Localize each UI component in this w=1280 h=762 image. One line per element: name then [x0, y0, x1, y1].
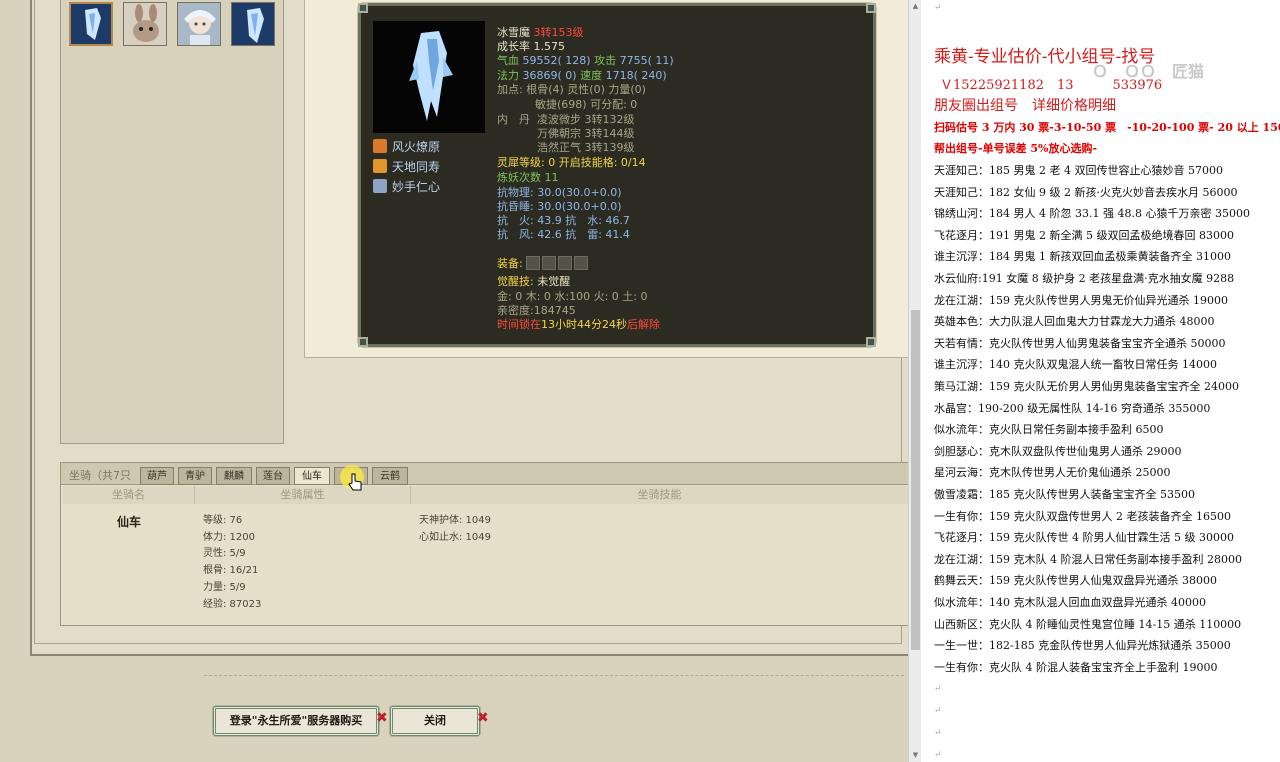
listing-entry: 龙在江湖：159 克火队传世男人男鬼无价仙异光通杀 19000	[934, 293, 1228, 307]
tab-yunhe[interactable]: 云鹤	[372, 467, 408, 485]
pet-elements: 金: 0 木: 0 水:100 火: 0 土: 0	[497, 290, 648, 303]
mount-tabs: 坐骑（共7只 葫芦 青驴 麒麟 莲台 仙车 云鹤	[61, 463, 908, 485]
lock-timer: 时间锁在13小时44分24秒后解除	[497, 318, 660, 331]
doc-line5: 帮出组号-单号误差 5%放心选购-	[934, 142, 1098, 155]
equip-slot-4[interactable]	[574, 256, 589, 270]
mount-title: 坐骑（共7只	[69, 469, 131, 482]
listing-entry: 锦绣山河：184 男人 4 阶忽 33.1 强 48.8 心猿千万亲密 3500…	[934, 207, 1250, 221]
col-mount-attr: 坐骑属性	[195, 486, 411, 504]
buy-server-button[interactable]: 登录"永生所爱"服务器购买	[213, 706, 379, 736]
listing-entry: 山西新区：克火队 4 阶睡仙灵性鬼宫位睡 14-15 通杀 110000	[934, 617, 1242, 631]
neidan-3: 浩然正气 3转139级	[537, 141, 635, 154]
pet-points: 加点: 根骨(4) 灵性(0) 力量(0)	[497, 83, 646, 96]
pet-portrait	[373, 21, 485, 133]
pet-growth: 成长率 1.575	[497, 40, 565, 53]
pet-thumb-white-spirit[interactable]	[177, 2, 221, 46]
flame-skill-icon	[373, 159, 387, 173]
listing-entry: 一生一世：182-185 克金队传世男人仙异光炼狱通杀 35000	[934, 639, 1231, 653]
document-pane: ↵ 乘黄-专业估价-代小组号-找号 Ｖ15225921182 13 533976…	[922, 0, 1280, 762]
listing-entry: 龙在江湖：159 克木队 4 阶混人日常任务副本接手盈利 28000	[934, 552, 1242, 566]
awaken-line: 觉醒技: 未觉醒	[497, 275, 571, 288]
hand-cursor-icon	[348, 473, 362, 491]
listing-entry: 似水流年：140 克木队混人回血血双盘异光通杀 40000	[934, 596, 1206, 609]
listing-entry: 飞花逐月：159 克火队传世 4 阶男人仙甘霖生活 5 级 30000	[934, 531, 1234, 545]
listing-entry: 星河云海：克木队传世男人无价鬼仙通杀 25000	[934, 466, 1171, 480]
close-x-icon: ✖	[376, 710, 388, 726]
tab-qinglv[interactable]: 青驴	[178, 467, 212, 485]
equip-line: 装备:	[497, 256, 590, 271]
res-wind-thunder: 抗 风: 42.6 抗 雷: 41.4	[497, 228, 630, 241]
listing-entry: 水晶宫：190-200 级无属性队 14-16 穷奇通杀 355000	[934, 401, 1211, 415]
fire-skill-icon	[373, 139, 387, 153]
skill-tiandi[interactable]: 天地同寿	[373, 158, 440, 176]
pet-list-panel	[60, 0, 284, 444]
hand-skill-icon	[373, 179, 387, 193]
scroll-down-icon[interactable]: ▼	[911, 751, 920, 760]
close-button[interactable]: 关闭	[390, 706, 480, 736]
hp-atk-line: 气血 59552( 128) 攻击 7755( 11)	[497, 54, 674, 67]
listing-entry: 英雄本色：大力队混人回血鬼大力甘霖龙大力通杀 48000	[934, 315, 1215, 329]
doc-line4: 扫码估号 3 万内 30 票-3-10-50 票 -10-20-100 票- 2…	[934, 121, 1280, 134]
listing-entry: 谁主沉浮：140 克火队双鬼混人统一畜牧日常任务 14000	[934, 358, 1217, 372]
listing-entry: 策马江湖：159 克火队无价男人男仙男鬼装备宝宝齐全 24000	[934, 380, 1239, 393]
skill-miaoshou[interactable]: 妙手仁心	[373, 178, 440, 196]
tab-xianche[interactable]: 仙车	[294, 467, 330, 485]
listing-entry: 水云仙府:191 女魔 8 级护身 2 老孩星盘满·克水抽女魔 9288	[934, 272, 1235, 285]
listing-entry: 一生有你：克火队 4 阶混人装备宝宝齐全上手盈利 19000	[934, 660, 1218, 674]
col-mount-skill: 坐骑技能	[411, 486, 908, 504]
mount-attrs: 等级: 76 体力: 1200 灵性: 5/9 根骨: 16/21 力量: 5/…	[203, 515, 262, 610]
pet-thumb-ice-demon-2[interactable]	[231, 2, 275, 46]
pet-thumb-rabbit[interactable]	[123, 2, 167, 46]
tab-hulu[interactable]: 葫芦	[140, 467, 174, 485]
mount-name: 仙车	[117, 515, 142, 529]
neidan-2: 万佛朝宗 3转144级	[537, 127, 635, 140]
tab-liantai[interactable]: 莲台	[256, 467, 290, 485]
listing-entry: 天涯知己：182 女仙 9 级 2 新孩·火克火妙音去疾水月 56000	[934, 185, 1238, 199]
listing-entry: 天若有情：克火队传世男人仙男鬼装备宝宝齐全通杀 50000	[934, 336, 1226, 350]
pet-thumb-ice-demon[interactable]	[69, 2, 113, 46]
equip-slot-2[interactable]	[542, 256, 557, 270]
pet-name-line: 冰雪魔 3转153级	[497, 26, 584, 39]
mount-skills: 天神护体: 1049 心如止水: 1049	[419, 515, 491, 543]
listing-entry: 一生有你：159 克火队双盘传世男人 2 老孩装备齐全 16500	[934, 509, 1231, 523]
listing-entry: 傲雪凌霜：185 克火队传世男人装备宝宝齐全 53500	[934, 488, 1195, 501]
neidan-1: 凌波微步 3转132级	[537, 113, 635, 126]
equip-slot-1[interactable]	[526, 256, 541, 270]
close-x-icon-2: ✖	[477, 710, 489, 726]
vertical-scrollbar[interactable]: ▲ ▼	[908, 0, 921, 762]
listing-entry: 似水流年：克火队日常任务副本接手盈利 6500	[934, 423, 1164, 437]
tab-qilin[interactable]: 麒麟	[216, 467, 252, 485]
listing-entry: 天涯知己：185 男鬼 2 老 4 双回传世容止心猿妙音 57000	[934, 164, 1223, 177]
listing-entry: 谁主沉浮：184 男鬼 1 新孩双回血孟极乘黄装备齐全 31000	[934, 250, 1231, 264]
listing-entry: 鹤舞云天：159 克火队传世男人仙鬼双盘异光通杀 38000	[934, 574, 1217, 588]
mp-spd-line: 法力 36869( 0) 速度 1718( 240)	[497, 69, 667, 82]
pet-points2: 敏捷(698) 可分配: 0	[535, 98, 638, 111]
game-window: 风火燎原 天地同寿 妙手仁心 冰雪魔 3转153级 成长率 1.575 气血 5…	[0, 0, 908, 762]
pet-tooltip: 风火燎原 天地同寿 妙手仁心 冰雪魔 3转153级 成长率 1.575 气血 5…	[358, 3, 876, 347]
res-sleep: 抗昏睡: 30.0(30.0+0.0)	[497, 200, 622, 213]
scroll-up-icon[interactable]: ▲	[911, 2, 920, 11]
listing-entry: 飞花逐月：191 男鬼 2 新全满 5 级双回孟极绝境春回 83000	[934, 228, 1234, 242]
res-fire-water: 抗 火: 43.9 抗 水: 46.7	[497, 214, 630, 227]
pet-intimacy: 亲密度:184745	[497, 304, 576, 317]
listing-entry: 剑胆瑟心：克木队双盘队传世仙鬼男人通杀 29000	[934, 444, 1182, 458]
refine-count: 炼妖次数 11	[497, 171, 559, 184]
doc-line3: 朋友圈出组号 详细价格明细	[934, 98, 1116, 114]
skill-fenghuo[interactable]: 风火燎原	[373, 138, 440, 156]
mount-panel: 坐骑（共7只 葫芦 青驴 麒麟 莲台 仙车 云鹤 坐骑名 坐骑属性 坐骑技能 仙…	[60, 462, 908, 626]
scrollbar-thumb[interactable]	[911, 310, 920, 650]
watermark-logo: Ｏ ＯＯ 匠猫	[1092, 62, 1205, 81]
col-mount-name: 坐骑名	[63, 486, 195, 504]
spirit-level: 灵犀等级: 0 开启技能格: 0/14	[497, 156, 646, 169]
equip-slot-3[interactable]	[558, 256, 573, 270]
neidan-label: 内 丹	[497, 113, 530, 126]
res-physical: 抗物理: 30.0(30.0+0.0)	[497, 186, 622, 199]
